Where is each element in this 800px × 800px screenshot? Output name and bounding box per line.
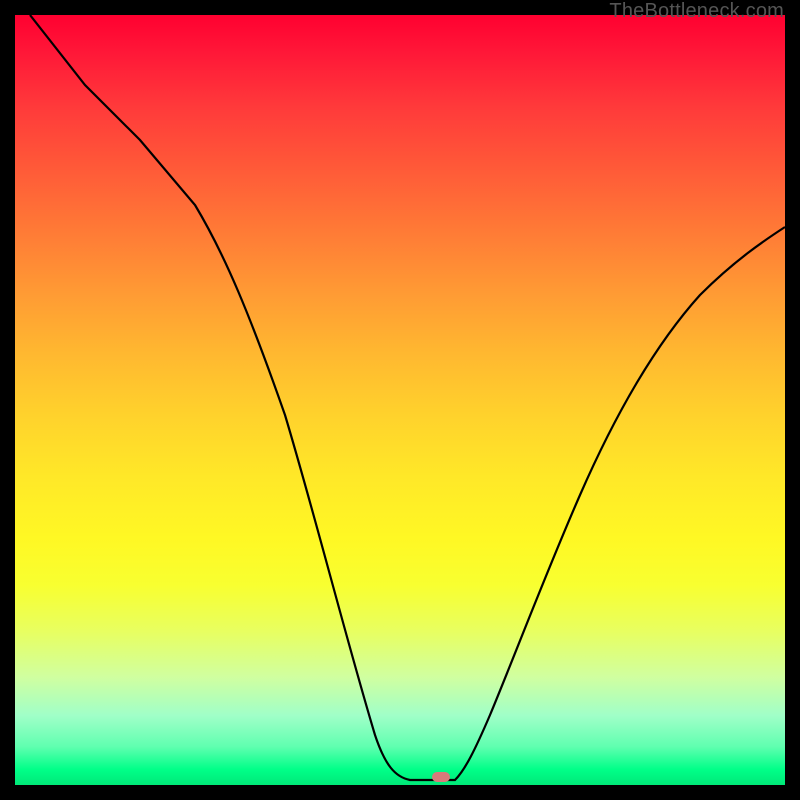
curve-svg — [15, 15, 785, 785]
chart-container: TheBottleneck.com — [0, 0, 800, 800]
optimum-marker — [432, 772, 450, 782]
plot-area — [15, 15, 785, 785]
watermark-text: TheBottleneck.com — [609, 0, 784, 23]
bottleneck-curve — [30, 15, 785, 780]
